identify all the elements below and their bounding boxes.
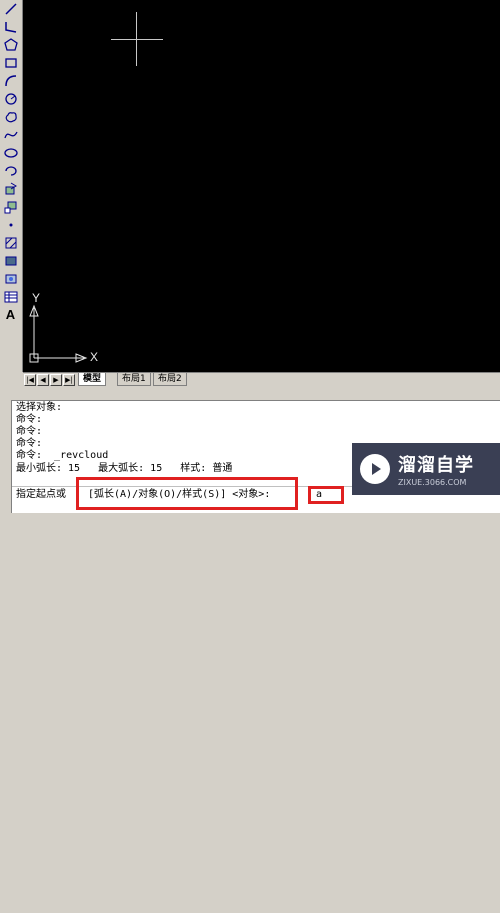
polyline-icon[interactable]: [2, 18, 19, 35]
tab-model[interactable]: 模型: [78, 373, 107, 386]
command-input[interactable]: a: [308, 486, 344, 504]
watermark-subtitle: ZIXUE.3066.COM: [398, 478, 467, 487]
next-tab-button[interactable]: ▶: [50, 374, 62, 386]
region-icon[interactable]: [2, 252, 19, 269]
gradient-icon[interactable]: [2, 270, 19, 287]
command-history-line: 命令:: [16, 414, 43, 425]
command-history-line: 命令:: [16, 426, 43, 437]
spline-icon[interactable]: [2, 126, 19, 143]
prompt-prefix: 指定起点或: [16, 489, 66, 500]
polygon-icon[interactable]: [2, 36, 19, 53]
insert-block-icon[interactable]: [2, 180, 19, 197]
ellipse-icon[interactable]: [2, 144, 19, 161]
point-icon[interactable]: [2, 216, 19, 233]
layout-tab-strip: |◀ ◀ ▶ ▶| 模型 布局1 布局2: [23, 372, 500, 386]
options-highlight-box: [76, 477, 298, 510]
ucs-y-label: Y: [32, 291, 41, 305]
watermark: 溜溜自学 ZIXUE.3066.COM: [352, 443, 500, 495]
watermark-title: 溜溜自学: [398, 455, 474, 476]
hatch-icon[interactable]: [2, 234, 19, 251]
command-history-line: 选择对象:: [16, 402, 63, 413]
revision-cloud-icon[interactable]: [2, 108, 19, 125]
rectangle-icon[interactable]: [2, 54, 19, 71]
command-history-line: 最小弧长: 15 最大弧长: 15 样式: 普通: [16, 463, 233, 474]
ellipse-arc-icon[interactable]: [2, 162, 19, 179]
table-icon[interactable]: [2, 288, 19, 305]
play-icon: [360, 454, 390, 484]
arc-icon[interactable]: [2, 72, 19, 89]
multiline-text-icon[interactable]: A: [2, 306, 19, 323]
make-block-icon[interactable]: [2, 198, 19, 215]
crosshair-cursor-horizontal: [111, 39, 163, 40]
line-icon[interactable]: [2, 0, 19, 17]
last-tab-button[interactable]: ▶|: [63, 374, 75, 386]
separator-bar: [0, 386, 500, 400]
first-tab-button[interactable]: |◀: [24, 374, 36, 386]
drawing-canvas[interactable]: Y X: [23, 0, 500, 372]
ucs-icon: Y X: [29, 290, 119, 365]
ucs-x-label: X: [90, 350, 99, 364]
command-history-line: 命令:: [16, 438, 43, 449]
crosshair-cursor-vertical: [136, 12, 137, 66]
draw-toolbar: A: [0, 0, 23, 372]
prev-tab-button[interactable]: ◀: [37, 374, 49, 386]
tab-layout2[interactable]: 布局2: [153, 373, 187, 386]
command-window-bottom-bar: [12, 903, 500, 913]
tab-layout1[interactable]: 布局1: [117, 373, 151, 386]
command-history-line: 命令: _revcloud: [16, 450, 109, 461]
circle-icon[interactable]: [2, 90, 19, 107]
